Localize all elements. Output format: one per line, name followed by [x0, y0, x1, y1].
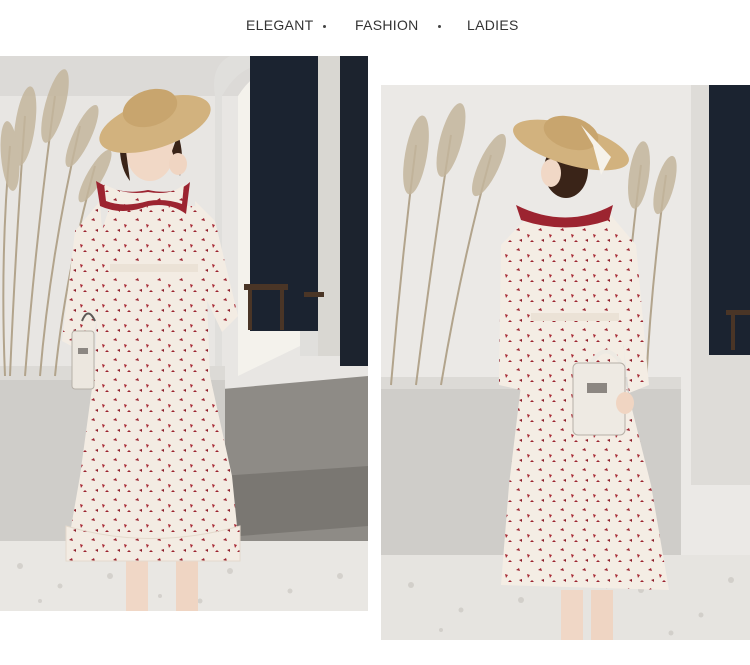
tagline-word-fashion: FASHION [355, 17, 419, 33]
photo-back-illustration [381, 85, 750, 640]
product-photo-front [0, 56, 368, 611]
product-photo-back [381, 85, 750, 640]
tagline-word-ladies: LADIES [467, 17, 519, 33]
tagline-separator-dot [438, 25, 441, 28]
tagline-word-elegant: ELEGANT [246, 17, 314, 33]
tagline-separator-dot [323, 25, 326, 28]
photo-front-illustration [0, 56, 368, 611]
tagline: ELEGANT FASHION LADIES [0, 14, 750, 38]
